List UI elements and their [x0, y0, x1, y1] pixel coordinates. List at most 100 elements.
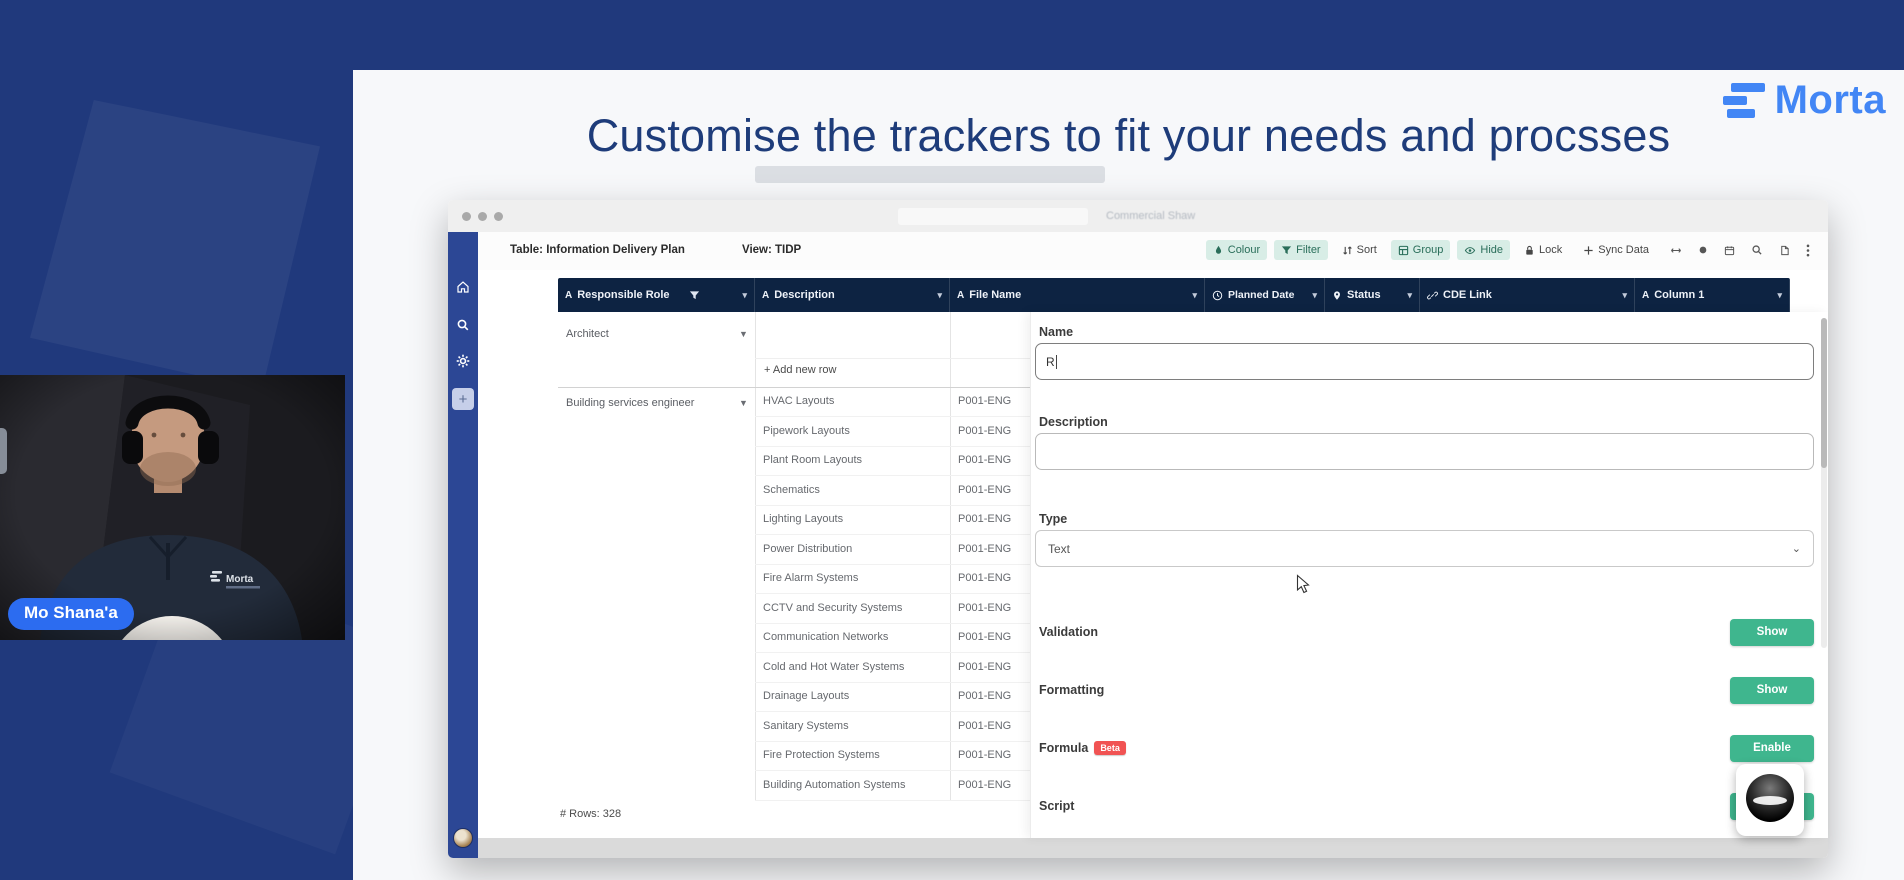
- column-header-status[interactable]: Status ▾: [1325, 278, 1420, 312]
- chevron-down-icon[interactable]: ▼: [739, 329, 748, 339]
- mouse-cursor: [1296, 574, 1311, 600]
- toolbar-button-filter[interactable]: Filter: [1274, 240, 1327, 260]
- formatting-action-button[interactable]: Show: [1730, 677, 1814, 704]
- calendar-icon-button[interactable]: [1722, 243, 1737, 258]
- panel-section-validation: ValidationShow: [1039, 618, 1814, 646]
- formula-action-button[interactable]: Enable: [1730, 735, 1814, 762]
- home-icon[interactable]: [456, 280, 470, 299]
- file-name-cell[interactable]: P001-ENG: [958, 454, 1011, 466]
- window-control-dots[interactable]: [462, 212, 503, 221]
- panel-scrollbar[interactable]: [1821, 318, 1827, 648]
- column-header-column-1[interactable]: AColumn 1▾: [1635, 278, 1790, 312]
- text-type-icon: A: [1642, 290, 1649, 301]
- description-cell[interactable]: Schematics: [763, 484, 820, 496]
- description-cell[interactable]: HVAC Layouts: [763, 395, 834, 407]
- side-handle[interactable]: [0, 428, 7, 474]
- chevron-down-icon[interactable]: ▾: [1407, 290, 1412, 301]
- chevron-down-icon[interactable]: ▾: [1777, 290, 1782, 301]
- panel-section-formula: FormulaBetaEnable: [1039, 734, 1814, 762]
- presentation-stage: Morta Customise the trackers to fit your…: [0, 0, 1904, 880]
- group-role-label[interactable]: Building services engineer: [566, 397, 694, 409]
- description-cell[interactable]: Drainage Layouts: [763, 690, 849, 702]
- export-icon-button[interactable]: [1777, 243, 1792, 258]
- file-name-cell[interactable]: P001-ENG: [958, 425, 1011, 437]
- toolbar-button-sync-data[interactable]: Sync Data: [1576, 240, 1656, 260]
- address-bar[interactable]: [898, 208, 1088, 225]
- toolbar-button-colour[interactable]: Colour: [1206, 240, 1267, 260]
- add-new-row-button[interactable]: + Add new row: [764, 364, 836, 376]
- column-header-label: File Name: [969, 289, 1021, 301]
- paint-icon: [1213, 245, 1224, 256]
- export-icon: [1779, 245, 1790, 256]
- more-icon-button[interactable]: [1804, 242, 1812, 259]
- chevron-down-icon[interactable]: ▾: [937, 290, 942, 301]
- file-name-cell[interactable]: P001-ENG: [958, 572, 1011, 584]
- description-cell[interactable]: Communication Networks: [763, 631, 888, 643]
- type-select[interactable]: Text ⌄: [1035, 530, 1814, 567]
- funnel-icon: [1281, 245, 1292, 256]
- description-input[interactable]: [1035, 433, 1814, 470]
- search-icon-button[interactable]: [1749, 242, 1765, 258]
- file-name-cell[interactable]: P001-ENG: [958, 631, 1011, 643]
- background-window-bar: [755, 166, 1105, 183]
- toolbar-button-lock[interactable]: Lock: [1517, 240, 1569, 260]
- description-cell[interactable]: Lighting Layouts: [763, 513, 843, 525]
- description-cell[interactable]: Power Distribution: [763, 543, 852, 555]
- file-name-cell[interactable]: P001-ENG: [958, 661, 1011, 673]
- file-name-cell[interactable]: P001-ENG: [958, 749, 1011, 761]
- record-icon-button[interactable]: [1696, 243, 1710, 257]
- file-name-cell[interactable]: P001-ENG: [958, 395, 1011, 407]
- file-name-cell[interactable]: P001-ENG: [958, 484, 1011, 496]
- browser-chrome: Commercial Shaw: [448, 200, 1828, 232]
- file-name-cell[interactable]: P001-ENG: [958, 779, 1011, 791]
- description-cell[interactable]: Fire Protection Systems: [763, 749, 880, 761]
- group-role-label[interactable]: Architect: [566, 328, 609, 340]
- description-cell[interactable]: Fire Alarm Systems: [763, 572, 858, 584]
- column-header-planned-date[interactable]: Planned Date▾: [1205, 278, 1325, 312]
- expand-icon-button[interactable]: [1668, 243, 1684, 258]
- add-table-button[interactable]: +: [452, 388, 474, 410]
- toolbar-button-label: Lock: [1539, 244, 1562, 256]
- column-header-responsible-role[interactable]: AResponsible Role▾: [558, 278, 755, 312]
- description-cell[interactable]: Plant Room Layouts: [763, 454, 862, 466]
- horizontal-scrollbar[interactable]: [448, 838, 1828, 858]
- chevron-down-icon[interactable]: ▼: [739, 398, 748, 408]
- toolbar-button-group[interactable]: Group: [1391, 240, 1451, 260]
- name-input[interactable]: R: [1035, 343, 1814, 380]
- toolbar-button-hide[interactable]: Hide: [1457, 240, 1510, 260]
- description-cell[interactable]: Cold and Hot Water Systems: [763, 661, 904, 673]
- file-name-cell[interactable]: P001-ENG: [958, 690, 1011, 702]
- description-cell[interactable]: Sanitary Systems: [763, 720, 849, 732]
- text-type-icon: A: [762, 290, 769, 301]
- text-cursor: [1056, 355, 1057, 369]
- gear-icon[interactable]: [456, 354, 470, 373]
- toolbar-button-sort[interactable]: Sort: [1335, 240, 1384, 260]
- column-header-cde-link[interactable]: CDE Link▾: [1420, 278, 1635, 312]
- view-name-label[interactable]: View: TIDP: [742, 244, 801, 256]
- type-select-value: Text: [1048, 542, 1070, 556]
- chevron-down-icon[interactable]: ▾: [1312, 290, 1317, 301]
- filter-icon[interactable]: [689, 290, 700, 301]
- column-header-file-name[interactable]: AFile Name▾: [950, 278, 1205, 312]
- description-cell[interactable]: CCTV and Security Systems: [763, 602, 902, 614]
- validation-action-button[interactable]: Show: [1730, 619, 1814, 646]
- row-count: # Rows: 328: [560, 808, 621, 820]
- column-header-description[interactable]: ADescription▾: [755, 278, 950, 312]
- description-cell[interactable]: Pipework Layouts: [763, 425, 850, 437]
- webcam-overlay: Morta Mo Shana'a: [0, 375, 345, 640]
- file-name-cell[interactable]: P001-ENG: [958, 543, 1011, 555]
- file-name-cell[interactable]: P001-ENG: [958, 720, 1011, 732]
- presenter-name-badge: Mo Shana'a: [8, 598, 134, 630]
- chevron-down-icon[interactable]: ▾: [1192, 290, 1197, 301]
- toolbar-button-label: Filter: [1296, 244, 1320, 256]
- table-name-label[interactable]: Table: Information Delivery Plan: [510, 244, 685, 256]
- slide-title: Customise the trackers to fit your needs…: [353, 110, 1904, 162]
- chevron-down-icon[interactable]: ▾: [742, 290, 747, 301]
- description-cell[interactable]: Building Automation Systems: [763, 779, 905, 791]
- search-icon[interactable]: [456, 318, 470, 337]
- file-name-cell[interactable]: P001-ENG: [958, 513, 1011, 525]
- chevron-down-icon[interactable]: ▾: [1622, 290, 1627, 301]
- file-name-cell[interactable]: P001-ENG: [958, 602, 1011, 614]
- column-header-label: Status: [1347, 289, 1381, 301]
- avatar[interactable]: [453, 828, 473, 848]
